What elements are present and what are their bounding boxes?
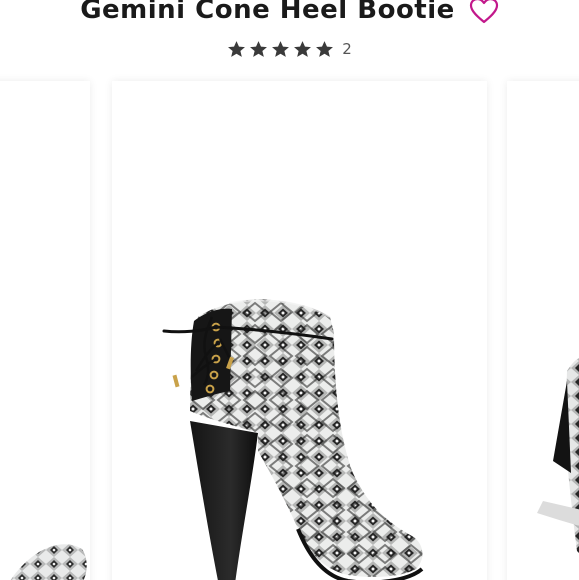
previous-product-image[interactable] (0, 81, 90, 580)
product-title: Gemini Cone Heel Bootie (80, 0, 455, 25)
bootie-image-partial (10, 544, 87, 580)
current-product-image[interactable] (112, 81, 487, 580)
bootie-image-partial (537, 358, 579, 553)
star-icon (316, 40, 334, 57)
product-image-carousel[interactable] (0, 81, 579, 580)
heart-outline-icon (469, 0, 498, 23)
snakeskin-bootie-image (162, 299, 424, 580)
star-icon (272, 40, 290, 57)
wishlist-button[interactable] (469, 0, 499, 24)
review-count: 2 (342, 40, 352, 58)
star-icon (294, 40, 312, 57)
star-icon (228, 40, 246, 57)
star-rating (227, 40, 334, 59)
product-page: Gemini Cone Heel Bootie 2 (0, 0, 579, 580)
product-header: Gemini Cone Heel Bootie (0, 0, 579, 32)
next-product-image[interactable] (507, 81, 579, 580)
star-icon (250, 40, 268, 57)
rating-summary[interactable]: 2 (0, 36, 579, 62)
